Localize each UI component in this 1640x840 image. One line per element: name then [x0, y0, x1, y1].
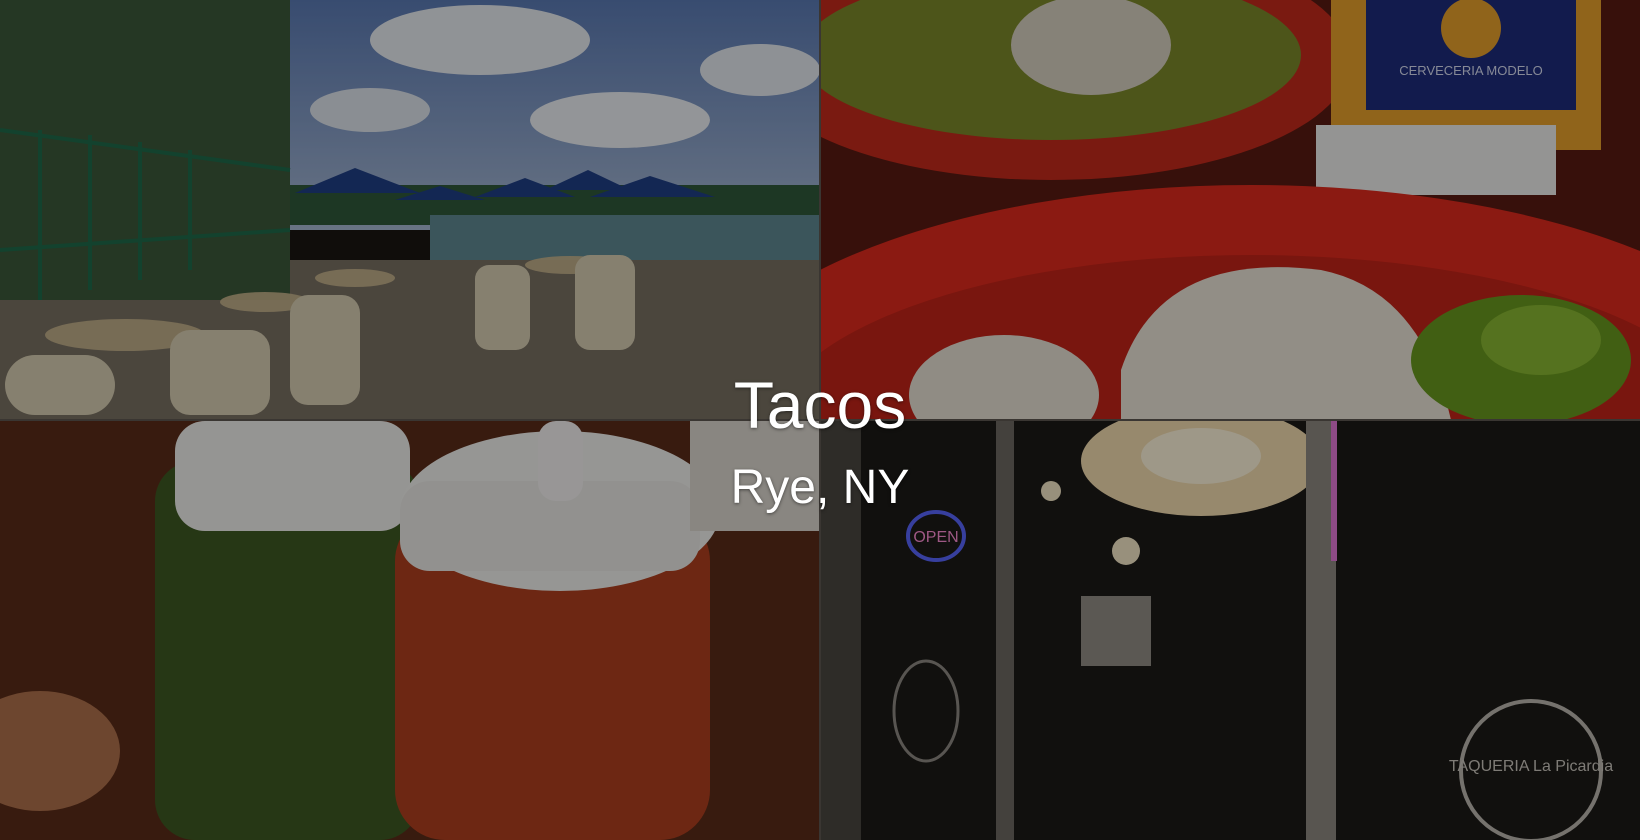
page-title: Tacos	[733, 368, 907, 442]
outdoor-patio-photo	[0, 0, 819, 419]
photo-overlay	[0, 0, 819, 419]
food-plate-photo: CERVECERIA MODELO	[821, 0, 1640, 419]
hero-caption: Tacos Rye, NY	[0, 372, 1640, 512]
photo-overlay	[821, 0, 1640, 419]
location-subtitle: Rye, NY	[730, 461, 910, 514]
